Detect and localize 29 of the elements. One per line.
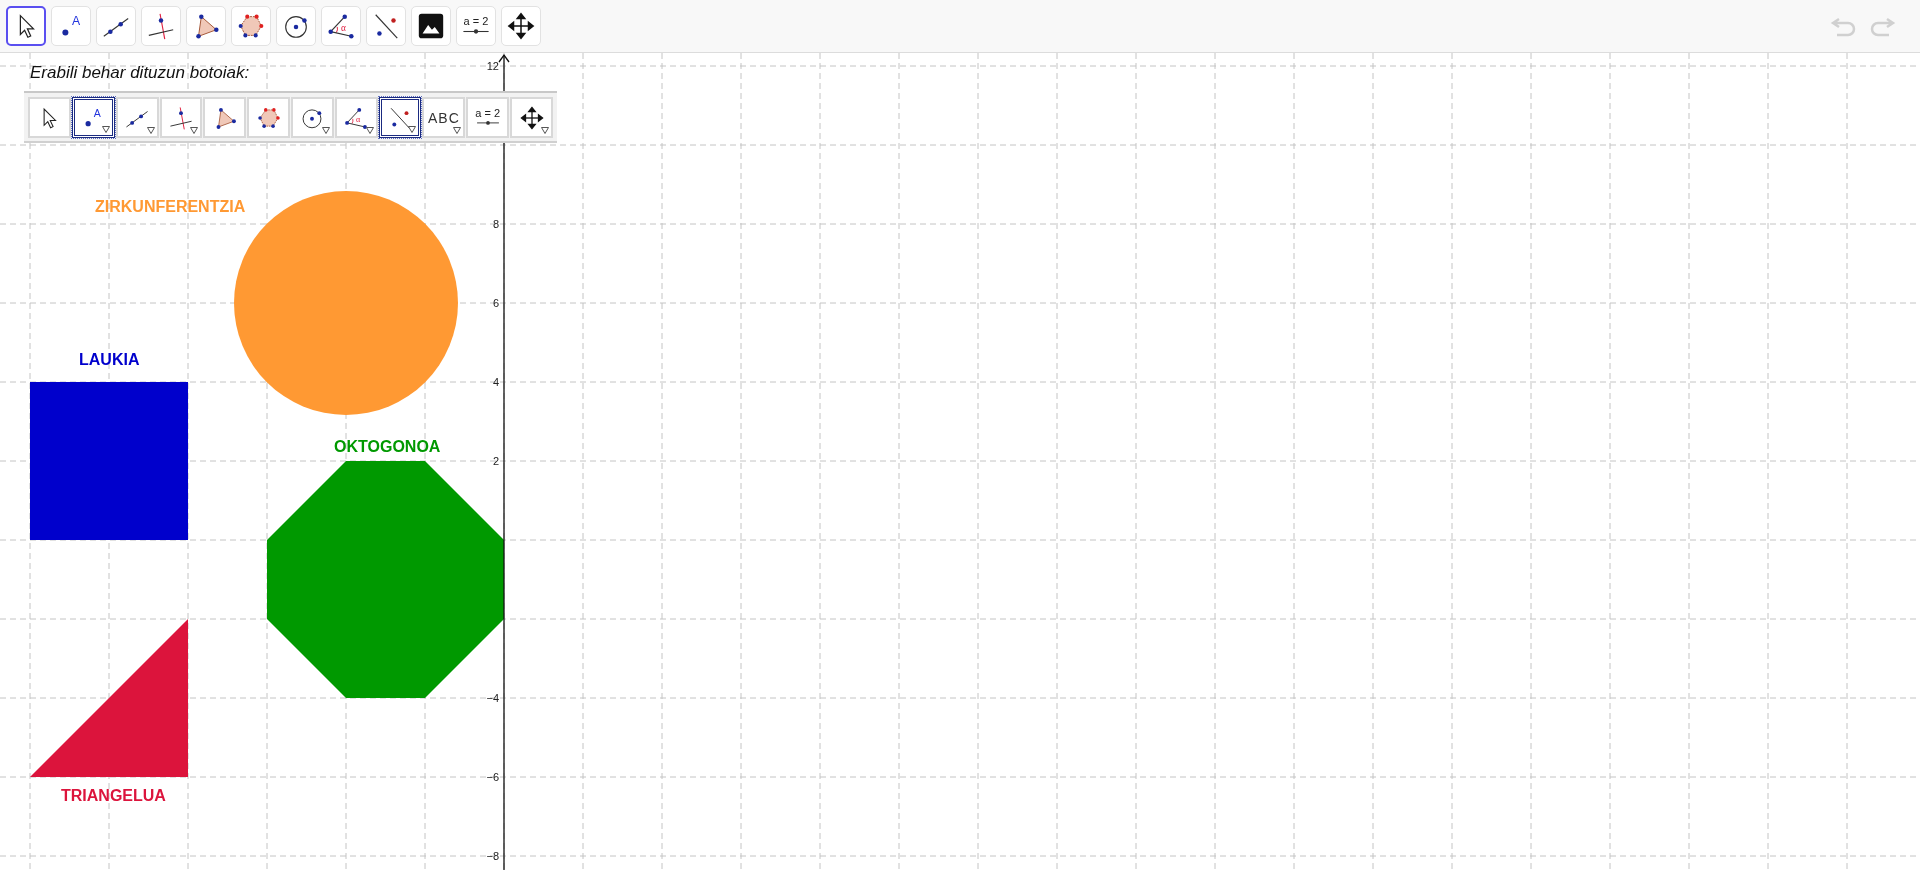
axis-tick-label: −6 — [486, 771, 499, 783]
slider-icon — [474, 119, 501, 127]
axis-tick-label: 8 — [492, 218, 499, 230]
axis-tick-label: 2 — [492, 455, 499, 467]
shape-label: OKTOGONOA — [334, 438, 441, 455]
four-way-arrow-icon — [506, 11, 536, 41]
image-icon — [416, 11, 446, 41]
four-way-arrow-icon — [518, 104, 545, 131]
tool-button[interactable]: A — [71, 97, 115, 138]
shape-label: LAUKIA — [79, 351, 140, 368]
tool-button[interactable]: ABC — [422, 97, 466, 138]
axis-tick-label: 4 — [492, 376, 499, 388]
perpendicular-lines-icon — [167, 104, 194, 131]
axis-tick-label: −4 — [486, 692, 499, 704]
axis-tick-label: 12 — [486, 60, 499, 72]
tool-button[interactable]: α — [334, 97, 378, 138]
tool-button[interactable] — [378, 97, 422, 138]
instruction-text: Erabili behar dituzun botoiak: — [30, 63, 250, 83]
tool-button[interactable]: a = 2 — [456, 6, 496, 46]
shape-label: TRIANGELUA — [61, 787, 166, 804]
tool-button[interactable]: a = 2 — [466, 97, 510, 138]
shape-label: ZIRKUNFERENTZIA — [95, 198, 246, 215]
axis-tick-label: 6 — [492, 297, 499, 309]
slider-icon — [461, 27, 491, 36]
redo-icon — [1868, 15, 1896, 37]
tool-button[interactable] — [6, 6, 46, 46]
undo-icon — [1830, 15, 1858, 37]
perpendicular-lines-icon — [146, 11, 176, 41]
axis-tick-label: −8 — [486, 850, 499, 862]
